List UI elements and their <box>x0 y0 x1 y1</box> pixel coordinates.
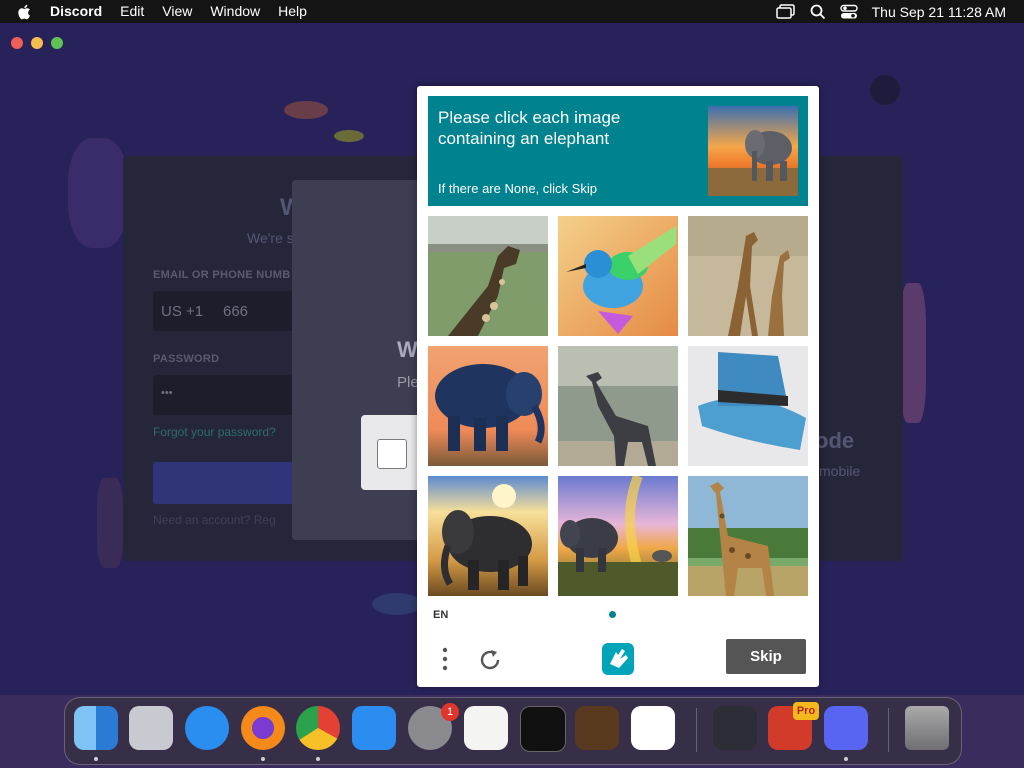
captcha-checkbox[interactable] <box>377 439 407 469</box>
apple-icon[interactable] <box>16 3 34 21</box>
skip-button[interactable]: Skip <box>726 639 806 674</box>
login-button[interactable] <box>153 462 293 504</box>
captcha-tile-4[interactable] <box>428 346 548 466</box>
refresh-icon[interactable] <box>477 647 503 673</box>
password-input[interactable]: ••• <box>153 375 293 415</box>
safari-icon[interactable] <box>185 706 229 750</box>
password-value: ••• <box>161 387 173 399</box>
notification-badge: 1 <box>441 703 459 721</box>
captcha-tile-3[interactable] <box>688 216 808 336</box>
captcha-tile-9[interactable] <box>688 476 808 596</box>
captcha-tile-7[interactable] <box>428 476 548 596</box>
qr-title: ode <box>815 428 855 453</box>
menu-window[interactable]: Window <box>210 0 260 23</box>
window-maximize-button[interactable] <box>51 37 63 49</box>
textedit-icon[interactable] <box>464 706 508 750</box>
bg-decoration <box>284 101 328 119</box>
dock-separator <box>888 708 889 752</box>
chrome-icon[interactable] <box>296 706 340 750</box>
captcha-tile-6[interactable] <box>688 346 808 466</box>
bg-decoration <box>870 75 900 105</box>
captcha-tile-5[interactable] <box>558 346 678 466</box>
bg-decoration <box>900 283 926 423</box>
running-indicator <box>94 757 98 761</box>
screen-mirroring-icon[interactable] <box>775 3 796 20</box>
captcha-prompt: Please click each image containing an el… <box>428 96 808 206</box>
window-close-button[interactable] <box>11 37 23 49</box>
search-icon[interactable] <box>810 4 826 20</box>
running-indicator <box>316 757 320 761</box>
forgot-password-link[interactable]: Forgot your password? <box>153 425 276 439</box>
menu-edit[interactable]: Edit <box>120 0 144 23</box>
running-indicator <box>844 757 848 761</box>
captcha-tile-2[interactable] <box>558 216 678 336</box>
captcha-prompt-subtext: If there are None, click Skip <box>438 181 597 196</box>
email-label: EMAIL OR PHONE NUMB <box>153 269 291 281</box>
captcha-tile-1[interactable] <box>428 216 548 336</box>
bg-decoration <box>68 138 128 248</box>
bg-decoration <box>97 478 123 568</box>
trash-icon[interactable] <box>905 706 949 750</box>
bg-decoration <box>334 130 364 142</box>
captcha-footer: Skip <box>417 634 819 687</box>
affinity-icon[interactable] <box>713 706 757 750</box>
country-code[interactable]: US +1 <box>161 303 203 320</box>
menu-clock[interactable]: Thu Sep 21 11:28 AM <box>872 4 1006 20</box>
running-indicator <box>261 757 265 761</box>
more-options-icon[interactable] <box>439 646 451 674</box>
phone-input[interactable]: US +1 666 <box>153 291 293 331</box>
captcha-tile-8[interactable] <box>558 476 678 596</box>
pro-badge: Pro <box>793 702 819 720</box>
app-store-icon[interactable] <box>352 706 396 750</box>
captcha-checkbox-widget <box>361 415 421 490</box>
page-indicator <box>609 611 616 618</box>
control-center-icon[interactable] <box>839 4 858 20</box>
phone-value: 666 <box>223 303 249 320</box>
bg-decoration <box>372 593 422 615</box>
finder-icon[interactable] <box>74 706 118 750</box>
window-minimize-button[interactable] <box>31 37 43 49</box>
launchpad-icon[interactable] <box>129 706 173 750</box>
dock-separator <box>696 708 697 752</box>
hcaptcha-logo-icon <box>602 643 634 675</box>
discord-icon[interactable] <box>824 706 868 750</box>
modal-title: W <box>397 337 418 362</box>
qr-subtitle: mobile <box>819 463 861 479</box>
password-label: PASSWORD <box>153 353 220 365</box>
captcha-prompt-text: Please click each image containing an el… <box>438 108 621 148</box>
vscode-icon[interactable] <box>631 706 675 750</box>
menu-help[interactable]: Help <box>278 0 307 23</box>
modal-subtitle: Ple <box>397 374 419 391</box>
login-subheading: We're s <box>247 230 294 246</box>
garageband-icon[interactable] <box>575 706 619 750</box>
language-selector[interactable]: EN <box>433 609 448 621</box>
firefox-icon[interactable] <box>241 706 285 750</box>
dock: 1 Pro <box>64 697 962 765</box>
register-text[interactable]: Need an account? Reg <box>153 513 276 527</box>
menu-app-name[interactable]: Discord <box>50 0 102 23</box>
menu-bar: Discord Edit View Window Help Thu Sep 21… <box>0 0 1024 23</box>
captcha-example-image <box>708 106 798 196</box>
captcha-challenge: Please click each image containing an el… <box>417 86 819 687</box>
menu-view[interactable]: View <box>162 0 192 23</box>
terminal-icon[interactable] <box>520 706 566 752</box>
